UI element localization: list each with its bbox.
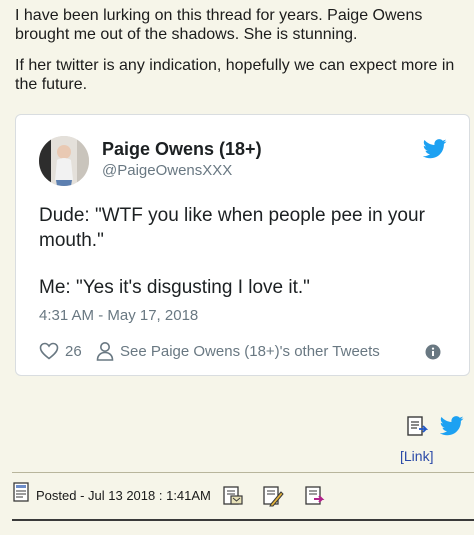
document-icon[interactable] bbox=[406, 415, 428, 437]
tweet-text-line: Dude: "WTF you like when people pee in y… bbox=[39, 205, 425, 251]
post-footer: Posted - Jul 13 2018 : 1:41AM bbox=[12, 481, 462, 511]
other-tweets-link[interactable]: See Paige Owens (18+)'s other Tweets bbox=[120, 343, 380, 360]
twitter-bird-icon[interactable] bbox=[440, 416, 464, 436]
report-icon[interactable] bbox=[304, 485, 326, 507]
person-icon bbox=[96, 342, 114, 361]
heart-icon[interactable] bbox=[39, 342, 59, 360]
link[interactable]: [Link] bbox=[400, 448, 433, 464]
post-paragraph: If her twitter is any indication, hopefu… bbox=[15, 57, 455, 93]
tweet-text: Dude: "WTF you like when people pee in y… bbox=[39, 203, 449, 322]
twitter-bird-icon[interactable] bbox=[423, 139, 447, 159]
divider bbox=[12, 519, 474, 521]
embedded-tweet[interactable]: Paige Owens (18+) @PaigeOwensXXX Dude: "… bbox=[15, 114, 470, 376]
avatar[interactable] bbox=[39, 136, 89, 186]
reply-with-quote-icon[interactable] bbox=[222, 485, 244, 507]
posted-timestamp: Posted - Jul 13 2018 : 1:41AM bbox=[36, 488, 211, 503]
tweet-author-name[interactable]: Paige Owens (18+) bbox=[102, 139, 262, 160]
edit-icon[interactable] bbox=[262, 485, 284, 507]
tweet-timestamp[interactable]: 4:31 AM - May 17, 2018 bbox=[39, 307, 198, 324]
share-icons bbox=[406, 415, 466, 439]
divider bbox=[12, 472, 474, 473]
post-icon bbox=[13, 482, 29, 502]
tweet-actions: 26 See Paige Owens (18+)'s other Tweets bbox=[39, 340, 449, 364]
info-icon[interactable] bbox=[425, 344, 441, 360]
post-paragraph: I have been lurking on this thread for y… bbox=[15, 7, 423, 43]
post-body: I have been lurking on this thread for y… bbox=[15, 6, 465, 106]
tweet-author-handle[interactable]: @PaigeOwensXXX bbox=[102, 162, 232, 179]
tweet-text-line: Me: "Yes it's disgusting I love it." bbox=[39, 277, 310, 298]
like-count: 26 bbox=[65, 343, 82, 360]
